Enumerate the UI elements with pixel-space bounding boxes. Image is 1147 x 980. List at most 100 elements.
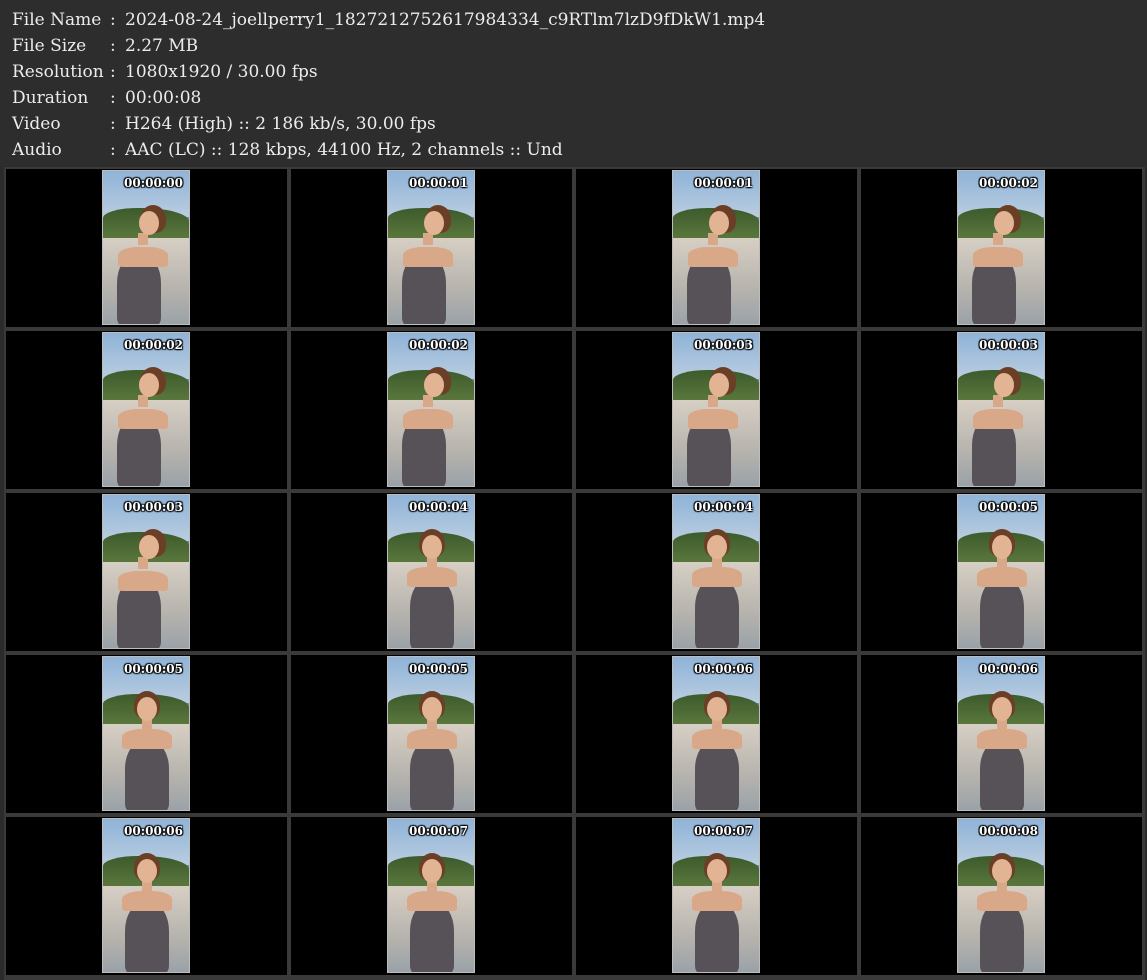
figure-shoulders (118, 571, 168, 591)
info-value: H264 (High) :: 2 186 kb/s, 30.00 fps (125, 114, 436, 134)
info-label: Video (12, 114, 61, 134)
figure-shoulders (977, 567, 1027, 587)
info-separator: : (110, 36, 116, 56)
figure-face (424, 373, 444, 397)
video-frame-thumbnail: 00:00:00 (102, 170, 190, 325)
figure-face (422, 535, 442, 559)
figure-shoulders (403, 247, 453, 267)
frame-timestamp: 00:00:06 (124, 824, 183, 838)
figure-shoulders (977, 891, 1027, 911)
thumbnail-grid: 00:00:00 00:00:01 00:00:01 00:00:02 00:00:02… (4, 167, 1145, 980)
frame-timestamp: 00:00:02 (124, 338, 183, 352)
video-frame-thumbnail: 00:00:02 (387, 332, 475, 487)
figure-face (422, 859, 442, 883)
figure-face (139, 535, 159, 559)
frame-timestamp: 00:00:02 (409, 338, 468, 352)
figure-face (424, 211, 444, 235)
info-value: 2.27 MB (125, 36, 199, 56)
video-frame-thumbnail: 00:00:03 (957, 332, 1045, 487)
figure-face (994, 373, 1014, 397)
thumbnail-cell[interactable]: 00:00:00 (6, 169, 287, 327)
figure-face (139, 211, 159, 235)
frame-timestamp: 00:00:06 (979, 662, 1038, 676)
video-frame-thumbnail: 00:00:07 (387, 818, 475, 973)
figure-face (707, 859, 727, 883)
figure-shoulders (118, 247, 168, 267)
info-separator: : (110, 88, 116, 108)
figure-shoulders (973, 247, 1023, 267)
figure-shoulders (977, 729, 1027, 749)
info-value: AAC (LC) :: 128 kbps, 44100 Hz, 2 channe… (125, 140, 563, 160)
figure-shoulders (407, 729, 457, 749)
thumbnail-cell[interactable]: 00:00:01 (291, 169, 572, 327)
thumbnail-cell[interactable]: 00:00:06 (861, 655, 1142, 813)
video-frame-thumbnail: 00:00:05 (957, 494, 1045, 649)
figure-face (992, 535, 1012, 559)
media-info-panel: File Name : 2024-08-24_joellperry1_18272… (0, 0, 1147, 166)
figure-dress (695, 741, 739, 810)
figure-face (137, 697, 157, 721)
video-frame-thumbnail: 00:00:06 (672, 656, 760, 811)
figure-face (707, 697, 727, 721)
thumbnail-cell[interactable]: 00:00:03 (6, 493, 287, 651)
figure-shoulders (688, 409, 738, 429)
video-frame-thumbnail: 00:00:02 (102, 332, 190, 487)
figure-shoulders (692, 729, 742, 749)
frame-timestamp: 00:00:01 (409, 176, 468, 190)
thumbnail-cell[interactable]: 00:00:05 (6, 655, 287, 813)
figure-face (994, 211, 1014, 235)
figure-face (137, 859, 157, 883)
thumbnail-cell[interactable]: 00:00:08 (861, 817, 1142, 975)
frame-timestamp: 00:00:05 (409, 662, 468, 676)
thumbnail-cell[interactable]: 00:00:04 (291, 493, 572, 651)
thumbnail-cell[interactable]: 00:00:07 (291, 817, 572, 975)
frame-timestamp: 00:00:03 (979, 338, 1038, 352)
video-frame-thumbnail: 00:00:04 (387, 494, 475, 649)
info-value: 2024-08-24_joellperry1_18272127526179843… (125, 10, 766, 30)
figure-dress (125, 903, 169, 972)
figure-shoulders (407, 891, 457, 911)
frame-timestamp: 00:00:02 (979, 176, 1038, 190)
figure-dress (980, 579, 1024, 648)
video-frame-thumbnail: 00:00:05 (387, 656, 475, 811)
figure-dress (980, 903, 1024, 972)
thumbnail-cell[interactable]: 00:00:01 (576, 169, 857, 327)
video-frame-thumbnail: 00:00:06 (102, 818, 190, 973)
figure-dress (410, 579, 454, 648)
figure-dress (410, 903, 454, 972)
video-frame-thumbnail: 00:00:06 (957, 656, 1045, 811)
figure-face (992, 859, 1012, 883)
thumbnail-cell[interactable]: 00:00:02 (861, 169, 1142, 327)
figure-face (709, 211, 729, 235)
thumbnail-cell[interactable]: 00:00:02 (6, 331, 287, 489)
frame-timestamp: 00:00:03 (694, 338, 753, 352)
frame-timestamp: 00:00:01 (694, 176, 753, 190)
thumbnail-cell[interactable]: 00:00:06 (6, 817, 287, 975)
thumbnail-cell[interactable]: 00:00:03 (861, 331, 1142, 489)
thumbnail-cell[interactable]: 00:00:05 (861, 493, 1142, 651)
thumbnail-cell[interactable]: 00:00:03 (576, 331, 857, 489)
frame-timestamp: 00:00:00 (124, 176, 183, 190)
thumbnail-cell[interactable]: 00:00:04 (576, 493, 857, 651)
thumbnail-cell[interactable]: 00:00:02 (291, 331, 572, 489)
info-separator: : (110, 114, 116, 134)
thumbnail-cell[interactable]: 00:00:06 (576, 655, 857, 813)
video-frame-thumbnail: 00:00:07 (672, 818, 760, 973)
figure-shoulders (692, 567, 742, 587)
frame-timestamp: 00:00:05 (979, 500, 1038, 514)
frame-timestamp: 00:00:04 (409, 500, 468, 514)
video-frame-thumbnail: 00:00:01 (672, 170, 760, 325)
frame-timestamp: 00:00:06 (694, 662, 753, 676)
video-frame-thumbnail: 00:00:08 (957, 818, 1045, 973)
video-frame-thumbnail: 00:00:03 (102, 494, 190, 649)
figure-shoulders (122, 729, 172, 749)
thumbnail-cell[interactable]: 00:00:07 (576, 817, 857, 975)
info-label: Resolution (12, 62, 104, 82)
thumbnail-cell[interactable]: 00:00:05 (291, 655, 572, 813)
frame-timestamp: 00:00:04 (694, 500, 753, 514)
figure-dress (980, 741, 1024, 810)
frame-timestamp: 00:00:05 (124, 662, 183, 676)
info-separator: : (110, 62, 116, 82)
info-label: Audio (12, 140, 62, 160)
figure-shoulders (692, 891, 742, 911)
